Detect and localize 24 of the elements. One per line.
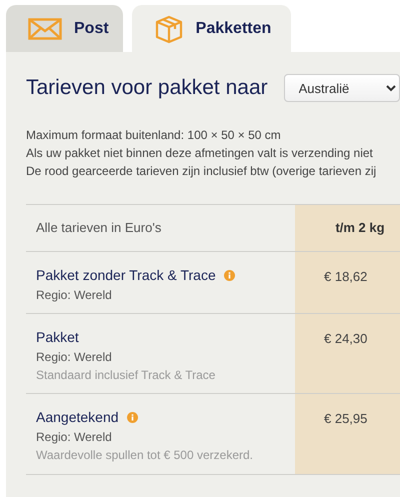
product-name: Aangetekend [36,408,119,428]
price-text: € 18,62 [323,268,368,284]
region-text: Regio: Wereld [36,286,113,304]
info-icon[interactable] [224,270,235,281]
product-note: Waardevolle spullen tot € 500 verzekerd. [36,447,254,464]
price-text: € 24,30 [323,331,368,346]
price-text: € 25,95 [323,411,368,426]
note-text: Als uw pakket niet binnen deze afmetingen valt is verzending niet [26,145,374,162]
envelope-icon [28,18,62,40]
product-note: Standaard inclusief Track & Trace [36,367,216,384]
column-header: t/m 2 kg [335,219,385,238]
note-text: Maximum formaat buitenland: 100 × 50 × 50 cm [26,127,282,144]
heading: Tarieven voor pakket naar [26,75,268,101]
product-name: Pakket [36,328,79,347]
note-text: De rood gearceerde tarieven zijn inclusief btw (overige tarieven zij [26,163,378,180]
tab[interactable]: Pakketten [132,5,292,52]
box-icon [154,14,184,44]
product-name: Pakket zonder Track & Trace [36,266,216,285]
destination-dropdown[interactable]: Australië [284,74,400,102]
tab[interactable]: Post [6,5,123,52]
region-text: Regio: Wereld [36,348,113,366]
info-icon[interactable] [126,412,138,424]
column-header: Alle tarieven in Euro's [36,220,162,236]
region-text: Regio: Wereld [36,429,113,446]
